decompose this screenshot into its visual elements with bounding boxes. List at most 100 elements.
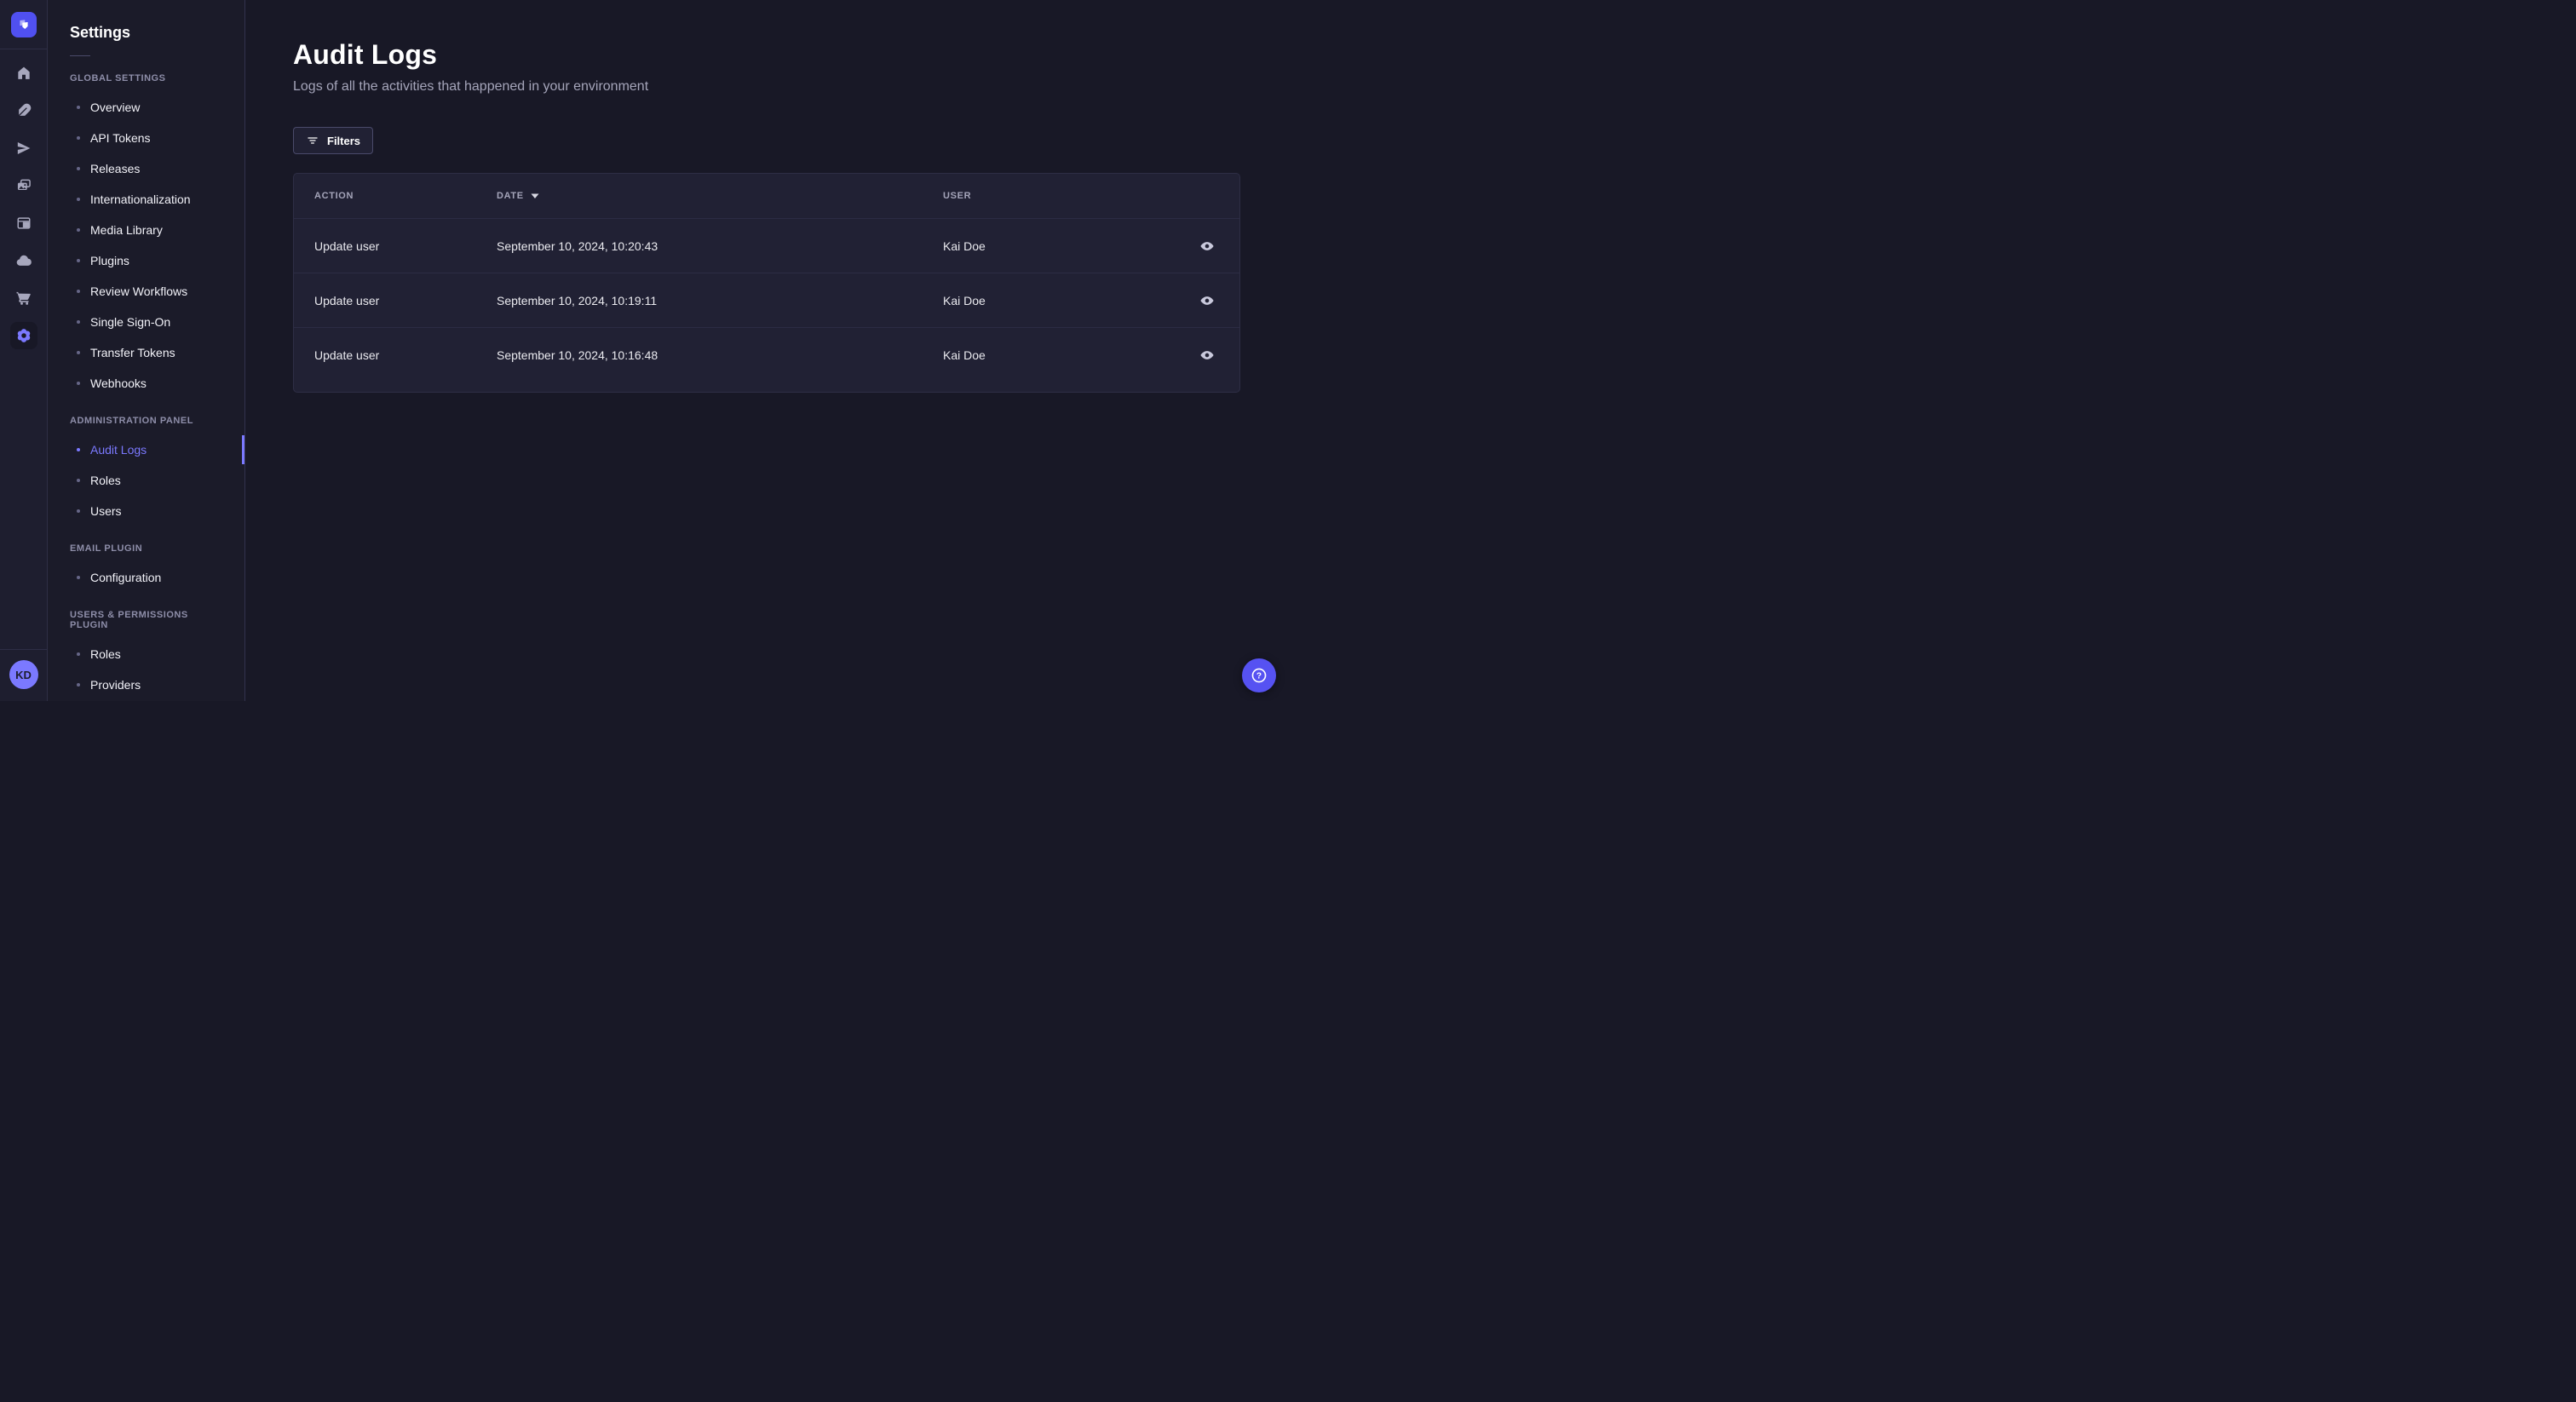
cell-date: September 10, 2024, 10:16:48 bbox=[497, 348, 658, 362]
app-window: KD Settings GLOBAL SETTINGS Overview API… bbox=[0, 0, 1288, 701]
bullet-icon bbox=[77, 167, 80, 170]
bullet-icon bbox=[77, 479, 80, 482]
sidebar-item-label: Review Workflows bbox=[90, 284, 188, 298]
svg-text:?: ? bbox=[1256, 672, 1262, 681]
help-button[interactable]: ? bbox=[1242, 658, 1276, 692]
column-header-user: USER bbox=[943, 191, 972, 201]
main-content: Audit Logs Logs of all the activities th… bbox=[245, 0, 1288, 701]
column-header-date-label: DATE bbox=[497, 191, 524, 201]
table-header-row: ACTION DATE USER bbox=[294, 174, 1239, 218]
cell-action: Update user bbox=[314, 293, 380, 307]
sidebar-item-transfer-tokens[interactable]: Transfer Tokens bbox=[48, 337, 244, 368]
eye-icon[interactable] bbox=[1195, 343, 1219, 367]
cell-date: September 10, 2024, 10:19:11 bbox=[497, 293, 658, 307]
strapi-logo-icon bbox=[19, 19, 28, 29]
pictures-icon[interactable] bbox=[10, 172, 37, 199]
cell-user: Kai Doe bbox=[943, 348, 986, 362]
section-label: USERS & PERMISSIONS PLUGIN bbox=[70, 610, 188, 630]
active-item-indicator bbox=[242, 435, 244, 464]
feather-icon[interactable] bbox=[10, 97, 37, 124]
bullet-icon bbox=[77, 259, 80, 262]
layout-icon[interactable] bbox=[10, 210, 37, 237]
rail-bottom: KD bbox=[0, 649, 47, 701]
sidebar-item-plugins[interactable]: Plugins bbox=[48, 245, 244, 276]
bullet-icon bbox=[77, 576, 80, 579]
sidebar-item-overview[interactable]: Overview bbox=[48, 92, 244, 123]
sidebar-item-label: Users bbox=[90, 504, 122, 518]
page-title: Audit Logs bbox=[293, 39, 438, 70]
sidebar-item-roles[interactable]: Roles bbox=[48, 465, 244, 496]
column-header-date[interactable]: DATE bbox=[497, 191, 943, 201]
sidebar-item-providers[interactable]: Providers bbox=[48, 669, 244, 700]
bullet-icon bbox=[77, 509, 80, 513]
bullet-icon bbox=[77, 320, 80, 324]
sidebar-item-audit-logs[interactable]: Audit Logs bbox=[48, 434, 244, 465]
cart-icon[interactable] bbox=[10, 284, 37, 312]
audit-logs-table: ACTION DATE USER Update user September 1… bbox=[293, 173, 1240, 393]
cell-user: Kai Doe bbox=[943, 238, 986, 253]
sidebar-item-label: Transfer Tokens bbox=[90, 346, 175, 359]
sidebar-item-internationalization[interactable]: Internationalization bbox=[48, 184, 244, 215]
bullet-icon bbox=[77, 382, 80, 385]
sidebar-item-label: Internationalization bbox=[90, 192, 191, 206]
sidebar-item-users[interactable]: Users bbox=[48, 496, 244, 526]
filters-button[interactable]: Filters bbox=[293, 127, 374, 154]
sidebar-title: Settings bbox=[70, 24, 131, 41]
sidebar-section-users-permissions-plugin: USERS & PERMISSIONS PLUGIN Roles Provide… bbox=[48, 593, 244, 700]
sidebar-item-label: Roles bbox=[90, 474, 121, 487]
cloud-icon[interactable] bbox=[10, 247, 37, 274]
sidebar-item-label: Webhooks bbox=[90, 376, 147, 390]
table-row[interactable]: Update user September 10, 2024, 10:16:48… bbox=[294, 327, 1239, 382]
page-subtitle: Logs of all the activities that happened… bbox=[293, 79, 649, 94]
gear-icon[interactable] bbox=[9, 322, 37, 349]
strapi-logo[interactable] bbox=[10, 11, 37, 37]
main-nav-rail: KD bbox=[0, 0, 48, 701]
bullet-icon bbox=[77, 136, 80, 140]
sidebar-item-media-library[interactable]: Media Library bbox=[48, 215, 244, 245]
eye-icon[interactable] bbox=[1195, 289, 1219, 313]
section-label: GLOBAL SETTINGS bbox=[70, 73, 166, 83]
eye-icon[interactable] bbox=[1195, 234, 1219, 258]
sidebar-item-single-sign-on[interactable]: Single Sign-On bbox=[48, 307, 244, 337]
sort-descending-icon bbox=[531, 193, 539, 198]
question-mark-icon: ? bbox=[1251, 668, 1267, 683]
sidebar-item-label: Configuration bbox=[90, 571, 162, 584]
settings-sidebar: Settings GLOBAL SETTINGS Overview API To… bbox=[48, 0, 245, 701]
avatar[interactable]: KD bbox=[9, 660, 38, 689]
sidebar-item-label: Roles bbox=[90, 647, 121, 661]
bullet-icon bbox=[77, 198, 80, 201]
home-icon[interactable] bbox=[10, 60, 37, 87]
sidebar-item-review-workflows[interactable]: Review Workflows bbox=[48, 276, 244, 307]
cell-date: September 10, 2024, 10:20:43 bbox=[497, 238, 658, 253]
sidebar-item-releases[interactable]: Releases bbox=[48, 153, 244, 184]
filter-icon bbox=[308, 137, 318, 144]
sidebar-item-configuration[interactable]: Configuration bbox=[48, 562, 244, 593]
bullet-icon bbox=[77, 290, 80, 293]
filters-button-label: Filters bbox=[327, 134, 361, 147]
sidebar-item-webhooks[interactable]: Webhooks bbox=[48, 368, 244, 399]
sidebar-section-administration-panel: ADMINISTRATION PANEL Audit Logs Roles Us… bbox=[48, 399, 244, 526]
sidebar-section-email-plugin: EMAIL PLUGIN Configuration bbox=[48, 526, 244, 593]
sidebar-item-label: Overview bbox=[90, 101, 141, 114]
bullet-icon bbox=[77, 351, 80, 354]
cell-action: Update user bbox=[314, 348, 380, 362]
rail-nav-icons bbox=[9, 60, 37, 349]
sidebar-item-label: Plugins bbox=[90, 254, 129, 267]
column-header-action: ACTION bbox=[314, 191, 354, 201]
sidebar-item-label: Providers bbox=[90, 678, 141, 692]
rail-divider bbox=[0, 649, 47, 650]
cell-user: Kai Doe bbox=[943, 293, 986, 307]
bullet-icon bbox=[77, 448, 80, 451]
table-row[interactable]: Update user September 10, 2024, 10:20:43… bbox=[294, 218, 1239, 273]
sidebar-item-up-roles[interactable]: Roles bbox=[48, 639, 244, 669]
paper-plane-icon[interactable] bbox=[10, 135, 37, 162]
bullet-icon bbox=[77, 228, 80, 232]
sidebar-section-global-settings: GLOBAL SETTINGS Overview API Tokens Rele… bbox=[48, 56, 244, 399]
sidebar-item-api-tokens[interactable]: API Tokens bbox=[48, 123, 244, 153]
sidebar-item-label: Single Sign-On bbox=[90, 315, 171, 329]
section-label: ADMINISTRATION PANEL bbox=[70, 416, 194, 426]
sidebar-item-label: Media Library bbox=[90, 223, 163, 237]
sidebar-item-label: Audit Logs bbox=[90, 443, 147, 457]
sidebar-item-label: API Tokens bbox=[90, 131, 151, 145]
table-row[interactable]: Update user September 10, 2024, 10:19:11… bbox=[294, 273, 1239, 327]
